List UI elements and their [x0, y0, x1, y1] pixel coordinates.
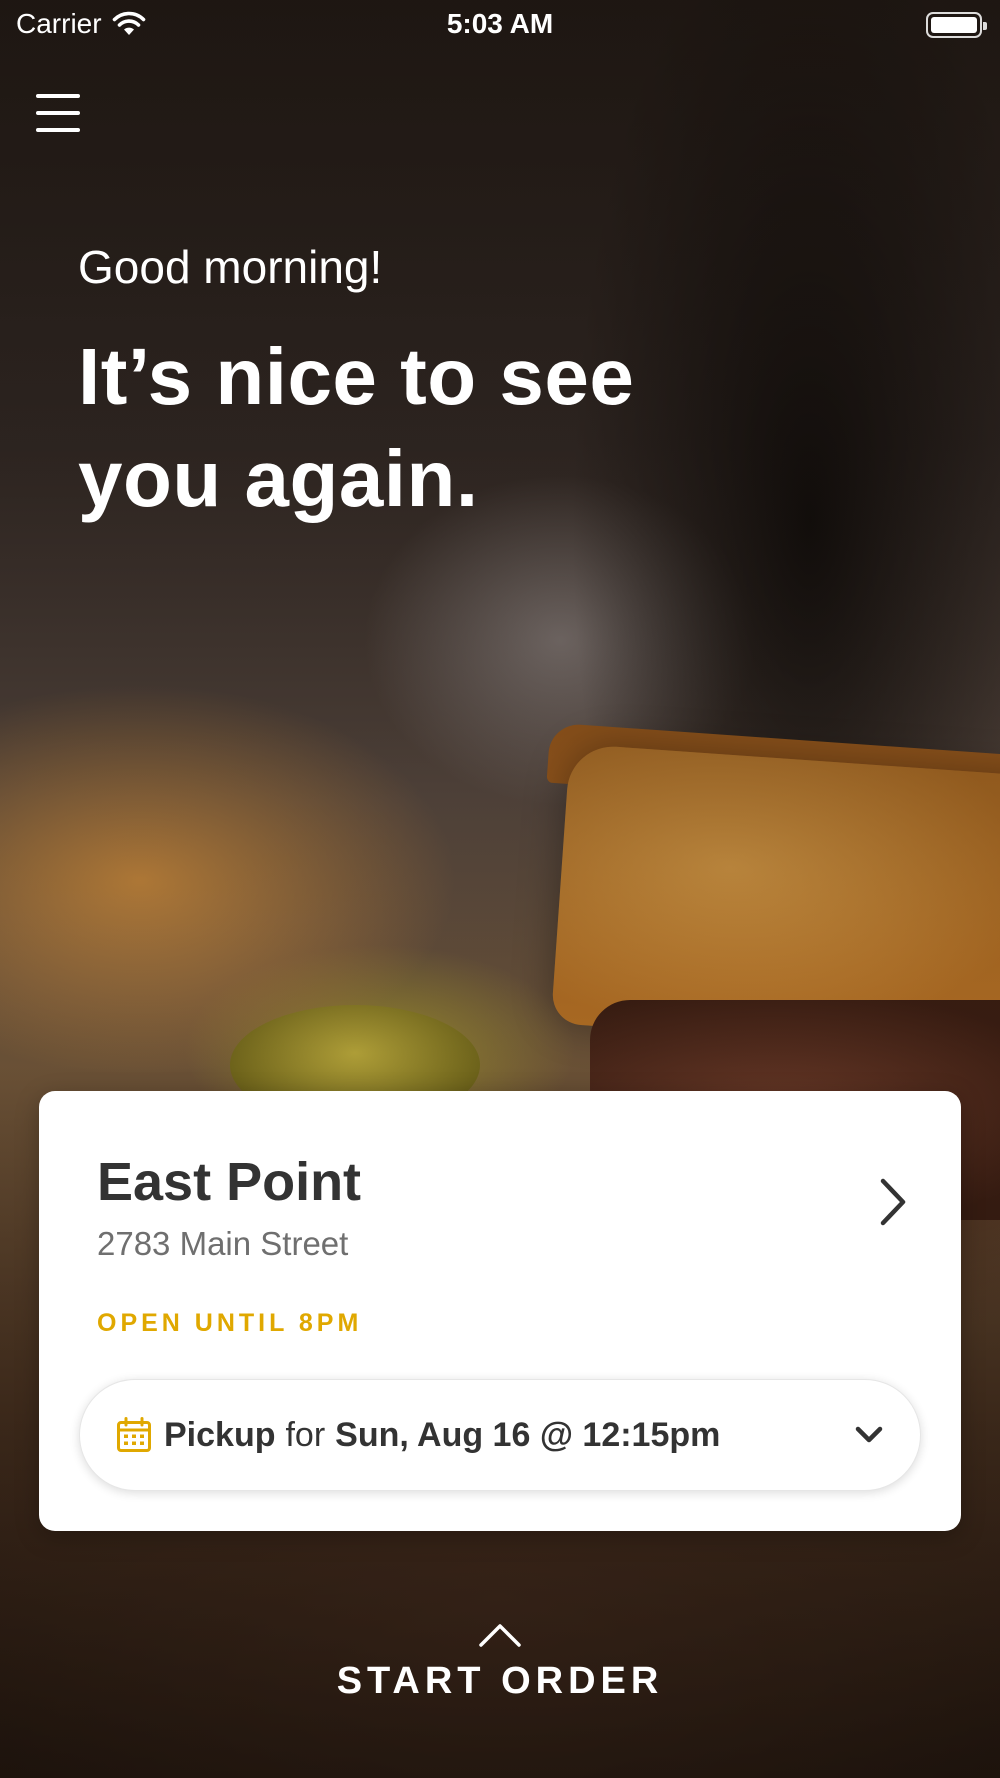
menu-line	[36, 111, 80, 115]
location-card: East Point 2783 Main Street OPEN UNTIL 8…	[39, 1091, 961, 1531]
battery-icon	[926, 12, 987, 38]
pickup-connector: for	[285, 1415, 326, 1454]
pickup-time-selector[interactable]: Pickup for Sun, Aug 16 @ 12:15pm	[79, 1379, 921, 1491]
status-bar: Carrier 5:03 AM	[0, 0, 1000, 52]
chevron-up-icon	[479, 1624, 521, 1647]
calendar-icon	[117, 1417, 151, 1452]
hero-title: It’s nice to see you again.	[78, 332, 635, 523]
store-selector[interactable]: East Point 2783 Main Street	[39, 1091, 961, 1271]
pickup-datetime: Sun, Aug 16 @ 12:15pm	[335, 1415, 721, 1454]
start-order-label: START ORDER	[336, 1660, 664, 1702]
start-order-button[interactable]: START ORDER	[300, 1622, 700, 1722]
store-hours-status: OPEN UNTIL 8PM	[97, 1309, 363, 1337]
hamburger-menu-icon[interactable]	[36, 94, 80, 132]
greeting-text: Good morning!	[78, 241, 383, 293]
store-name: East Point	[97, 1152, 362, 1212]
menu-line	[36, 94, 80, 98]
battery-level	[931, 17, 977, 33]
store-address: 2783 Main Street	[97, 1225, 349, 1262]
chevron-down-icon	[855, 1426, 883, 1443]
pickup-mode: Pickup	[164, 1415, 276, 1454]
chevron-right-icon	[880, 1178, 906, 1226]
pickup-summary: Pickup for Sun, Aug 16 @ 12:15pm	[164, 1416, 720, 1455]
menu-line	[36, 128, 80, 132]
status-time: 5:03 AM	[446, 8, 554, 39]
